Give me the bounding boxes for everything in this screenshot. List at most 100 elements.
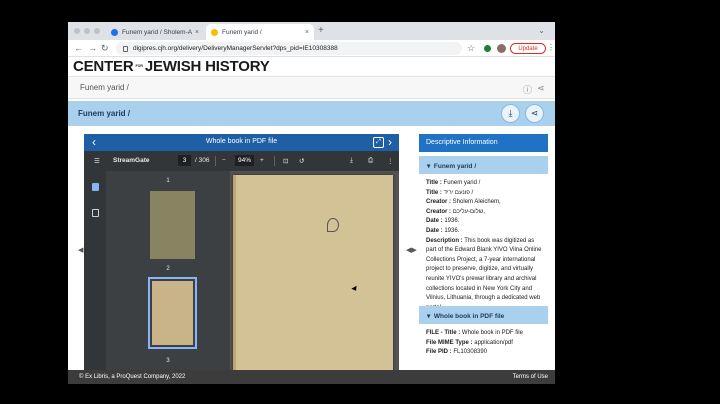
thumb-label: 2: [166, 266, 170, 272]
metadata-row: Creator : שלום-עליכם,: [426, 208, 546, 218]
metadata-row: File MIME Type : application/pdf: [426, 339, 546, 349]
metadata-value: שלום-עליכם,: [451, 208, 485, 215]
outline-icon[interactable]: [92, 209, 99, 217]
descriptive-list: Title : Funem yarid / Title : פונעם יריד …: [426, 179, 546, 313]
pdf-page: [233, 175, 393, 370]
app-name: StreamGate: [113, 157, 150, 164]
logo-right: JEWISH HISTORY: [144, 57, 270, 75]
metadata-row: Title : פונעם יריד /: [426, 189, 546, 199]
back-icon[interactable]: ←: [74, 43, 83, 53]
copyright: © Ex Libris, a ProQuest Company, 2022: [79, 374, 186, 380]
collapse-right-icon[interactable]: ◀▶: [406, 246, 417, 254]
browser-window: Funem yarid / Sholem-Aleykhe... × Funem …: [68, 22, 555, 384]
window-controls[interactable]: [74, 28, 100, 34]
rotate-icon[interactable]: ↺: [299, 157, 304, 165]
share-icon[interactable]: ⋖: [525, 104, 544, 123]
tab-funem-yarid[interactable]: Funem yarid / ×: [206, 24, 314, 40]
metadata-label: Title :: [426, 189, 442, 196]
extension-icon[interactable]: [484, 45, 491, 52]
logo-small: FOR: [135, 64, 143, 68]
metadata-row: Description : This book was digitized as…: [426, 237, 546, 314]
avatar[interactable]: [497, 44, 506, 53]
breadcrumb[interactable]: Funem yarid /: [80, 83, 129, 92]
more-options-icon[interactable]: ⋮: [387, 157, 394, 165]
metadata-value: application/pdf: [472, 339, 513, 346]
pdf-sidebar: [84, 171, 106, 370]
metadata-row: File PID : FL10308390: [426, 348, 546, 358]
zoom-level[interactable]: 94%: [235, 155, 254, 166]
close-icon[interactable]: ×: [195, 29, 199, 36]
mouse-cursor: [351, 285, 359, 293]
divider: [215, 156, 216, 166]
metadata-row: Creator : Sholem Aleichem,: [426, 198, 546, 208]
download-icon[interactable]: ⤓: [501, 104, 520, 123]
thumbnail-panel: 1 2 3: [106, 171, 230, 370]
thumb-label: 1: [166, 178, 170, 184]
metadata-value: פונעם יריד /: [441, 189, 474, 196]
viewer-header: ‹ Whole book in PDF file ⤢ ›: [84, 134, 399, 151]
metadata-value: Sholem Aleichem,: [451, 199, 501, 206]
metadata-value: 1936.: [442, 227, 460, 234]
metadata-row: Date : 1936.: [426, 227, 546, 237]
print-icon[interactable]: ⎙: [368, 157, 373, 165]
page-stamp: [327, 218, 339, 232]
tab-strip: Funem yarid / Sholem-Aleykhe... × Funem …: [68, 22, 555, 40]
section-whole-book[interactable]: ▾ Whole book in PDF file: [419, 306, 548, 324]
url-text: digipres.cjh.org/delivery/DeliveryManage…: [133, 45, 338, 52]
file-info-list: FILE - Title : Whole book in PDF file Fil…: [426, 329, 546, 358]
fit-page-icon[interactable]: ⊡: [283, 157, 288, 165]
next-file-icon[interactable]: ›: [388, 135, 392, 149]
menu-icon[interactable]: ☰: [94, 157, 100, 165]
page-view[interactable]: [230, 171, 399, 370]
bookmark-star-icon[interactable]: ☆: [467, 43, 475, 54]
new-tab-icon[interactable]: +: [318, 25, 324, 36]
metadata-value: Whole book in PDF file: [460, 330, 523, 336]
thumb-label: 3: [166, 358, 170, 364]
tab-sholem[interactable]: Funem yarid / Sholem-Aleykhe... ×: [106, 24, 204, 40]
zoom-out-icon[interactable]: −: [222, 157, 226, 164]
fullscreen-icon[interactable]: ⤢: [373, 137, 384, 148]
metadata-label: Creator :: [426, 208, 452, 215]
thumbnail-page-3[interactable]: [148, 277, 197, 349]
footer: © Ex Libris, a ProQuest Company, 2022 Te…: [68, 370, 555, 384]
close-icon[interactable]: ×: [305, 29, 309, 36]
metadata-value: Funem yarid /: [441, 180, 481, 186]
thumbnail-page-2[interactable]: [150, 191, 195, 259]
address-row: ← → ↻ digipres.cjh.org/delivery/Delivery…: [68, 40, 555, 57]
metadata-label: Description :: [426, 237, 463, 244]
forward-icon[interactable]: →: [88, 43, 97, 53]
tab-favicon-icon: [211, 28, 218, 36]
page-title: Funem yarid /: [78, 109, 131, 118]
tab-search-icon[interactable]: ⌄: [538, 26, 545, 35]
metadata-label: Title :: [426, 180, 442, 186]
metadata-label: Date :: [426, 227, 443, 234]
thumbnails-icon[interactable]: [92, 183, 99, 191]
address-bar[interactable]: digipres.cjh.org/delivery/DeliveryManage…: [116, 42, 462, 55]
terms-link[interactable]: Terms of Use: [513, 374, 548, 380]
info-icon[interactable]: ⓘ: [523, 83, 532, 96]
metadata-value: FL10308390: [451, 349, 488, 356]
collapse-left-icon[interactable]: ◀: [78, 246, 83, 254]
zoom-in-icon[interactable]: +: [260, 157, 264, 164]
reload-icon[interactable]: ↻: [101, 43, 109, 53]
page-total: / 306: [195, 157, 210, 164]
metadata-row: Title : Funem yarid /: [426, 179, 546, 189]
metadata-label: Creator :: [426, 199, 452, 206]
tab-title: Funem yarid /: [222, 28, 262, 36]
metadata-row: FILE - Title : Whole book in PDF file: [426, 329, 546, 339]
metadata-label: FILE - Title :: [426, 330, 461, 336]
metadata-value: This book was digitized as part of the E…: [426, 237, 542, 311]
section-funem-yarid[interactable]: ▾ Funem yarid /: [419, 156, 548, 174]
share-icon[interactable]: ⋖: [537, 83, 545, 94]
download-icon[interactable]: ⤓: [350, 157, 353, 165]
update-button[interactable]: Update: [510, 43, 546, 54]
site-logo[interactable]: CENTER FOR JEWISH HISTORY: [73, 57, 270, 75]
main-content: ◀ ‹ Whole book in PDF file ⤢ › ☰ StreamG…: [68, 126, 555, 370]
metadata-row: Date : 1936.: [426, 217, 546, 227]
metadata-label: File PID :: [426, 349, 452, 356]
lock-icon: [123, 45, 128, 52]
details-panel: Descriptive Information ▾ Funem yarid / …: [419, 134, 551, 370]
viewer-title: Whole book in PDF file: [205, 138, 278, 145]
browser-menu-icon[interactable]: ⋮: [547, 43, 555, 52]
page-number-input[interactable]: 3: [178, 155, 191, 166]
